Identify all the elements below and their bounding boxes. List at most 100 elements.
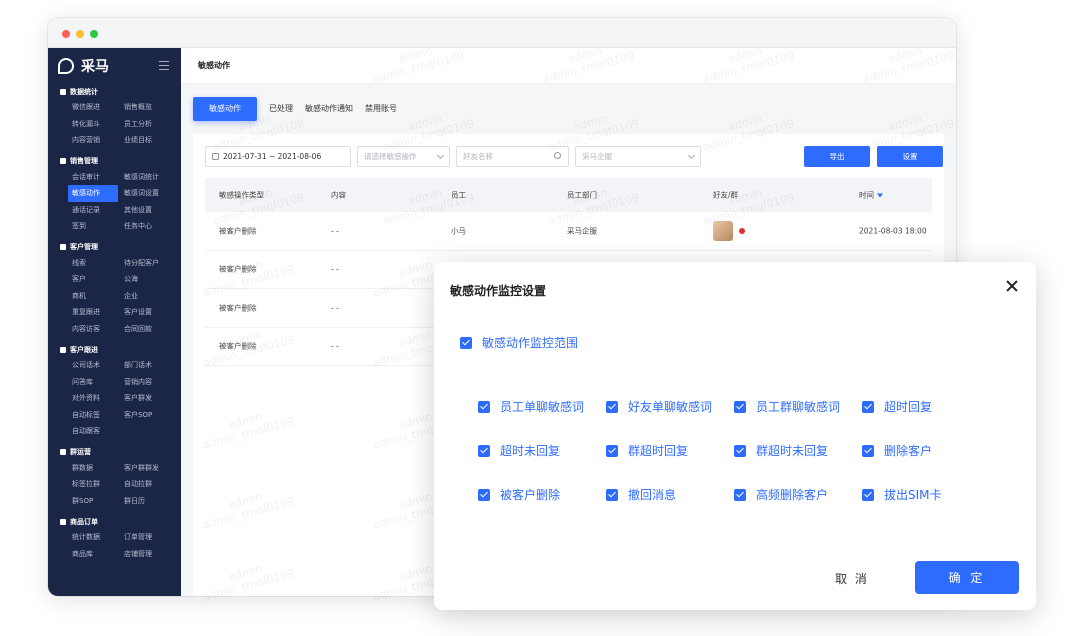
maximize-window-icon[interactable] (90, 30, 98, 38)
monitor-option-checkbox[interactable]: 被客户删除 (478, 486, 560, 503)
avatar[interactable] (713, 220, 733, 241)
cancel-button[interactable]: 取 消 (826, 562, 878, 594)
sidebar-item[interactable]: 群数据 (70, 460, 122, 477)
sidebar-section-title[interactable]: 客户跟进 (60, 342, 181, 357)
sidebar-item[interactable]: 营销内容 (122, 374, 174, 391)
sidebar-item[interactable]: 订单管理 (122, 529, 174, 546)
sidebar-item[interactable]: 商品库 (70, 546, 122, 563)
monitor-option-checkbox[interactable]: 员工单聊敏感词 (478, 398, 584, 415)
sidebar-item[interactable]: 转化漏斗 (70, 116, 122, 133)
sidebar-item[interactable]: 销售概览 (122, 99, 174, 116)
header-time[interactable]: 时间 (859, 190, 883, 201)
sort-icon[interactable] (877, 193, 883, 198)
sidebar-item[interactable]: 合同回款 (122, 321, 174, 338)
checkbox-checked-icon (606, 400, 618, 413)
sidebar-item[interactable]: 其他设置 (122, 202, 174, 219)
sidebar-section-title[interactable]: 客户管理 (60, 240, 181, 255)
tab-processed[interactable]: 已处理 (269, 97, 293, 121)
export-button[interactable]: 导出 (804, 146, 870, 167)
monitor-scope-checkbox[interactable]: 敏感动作监控范围 (460, 334, 578, 351)
minimize-window-icon[interactable] (76, 30, 84, 38)
sidebar-item[interactable]: 企业 (122, 288, 174, 305)
company-select[interactable]: 采马企服 (575, 146, 701, 167)
sidebar-item[interactable]: 问答库 (70, 374, 122, 391)
action-type-select[interactable]: 请选择敏感操作 (357, 146, 450, 167)
sidebar-item[interactable]: 敏感词设置 (122, 185, 174, 202)
chevron-down-icon (687, 151, 696, 160)
monitor-option-checkbox[interactable]: 超时未回复 (478, 442, 560, 459)
tab-sensitive-actions[interactable]: 敏感动作 (193, 97, 257, 121)
sidebar-item[interactable]: 业绩目标 (122, 132, 174, 149)
monitor-option-checkbox[interactable]: 好友单聊敏感词 (606, 398, 712, 415)
sidebar-item[interactable]: 部门话术 (122, 357, 174, 374)
sidebar-item[interactable]: 敏感动作 (68, 185, 118, 202)
monitor-option-label: 员工单聊敏感词 (500, 400, 585, 414)
friend-name-input[interactable]: 好友名称 (456, 146, 569, 167)
sidebar-item[interactable]: 线索 (70, 255, 122, 272)
sidebar-item[interactable]: 微信跟进 (70, 99, 122, 116)
monitor-option-checkbox[interactable]: 群超时未回复 (734, 442, 828, 459)
sidebar-section-title[interactable]: 商品订单 (60, 514, 181, 529)
monitor-option-label: 删除客户 (884, 444, 933, 458)
sidebar-item[interactable]: 客户SOP (122, 407, 174, 424)
sidebar-item[interactable]: 员工分析 (122, 116, 174, 133)
monitor-option-checkbox[interactable]: 删除客户 (862, 442, 932, 459)
close-window-icon[interactable] (62, 30, 70, 38)
search-icon (554, 152, 561, 159)
sidebar-item[interactable]: 客户设置 (122, 304, 174, 321)
sidebar-menu: 公司话术 部门话术 问答库 营销内容 对外资料 客户群发 自动标签 客户SOP 自动跟客 (60, 357, 181, 440)
tab-disabled-accounts[interactable]: 禁用账号 (365, 97, 397, 121)
sidebar-item[interactable]: 客户群群发 (122, 460, 174, 477)
table-row[interactable]: 被客户删除 - - 小马 采马企服 2021-08-03 18:00 (205, 212, 932, 251)
sidebar-item[interactable]: 敏感词统计 (122, 169, 174, 186)
sidebar-item[interactable]: 对外资料 (70, 390, 122, 407)
sidebar-item[interactable]: 标签拉群 (70, 476, 122, 493)
checkbox-checked-icon (734, 488, 746, 501)
action-type-placeholder: 请选择敏感操作 (364, 152, 417, 161)
sidebar-item[interactable]: 自动标签 (70, 407, 122, 424)
sidebar-item[interactable]: 内容营销 (70, 132, 122, 149)
monitor-option-checkbox[interactable]: 群超时回复 (606, 442, 688, 459)
sidebar-item[interactable]: 重复跟进 (70, 304, 122, 321)
sidebar-item[interactable]: 任务中心 (122, 218, 174, 235)
monitor-option-checkbox[interactable]: 高频删除客户 (734, 486, 828, 503)
monitor-option-checkbox[interactable]: 超时回复 (862, 398, 932, 415)
checkbox-checked-icon (862, 400, 874, 413)
confirm-button[interactable]: 确 定 (915, 561, 1019, 594)
monitor-option-label: 超时未回复 (500, 444, 561, 458)
sidebar-item[interactable]: 客户群发 (122, 390, 174, 407)
sidebar-item[interactable]: 自动拉群 (122, 476, 174, 493)
settings-button[interactable]: 设置 (877, 146, 943, 167)
sidebar-section-title[interactable]: 数据统计 (60, 84, 181, 99)
sidebar-item[interactable]: 公司话术 (70, 357, 122, 374)
monitor-option-checkbox[interactable]: 员工群聊敏感词 (734, 398, 840, 415)
sidebar-section-title[interactable]: 群运营 (60, 445, 181, 460)
section-icon (60, 449, 66, 455)
checkbox-checked-icon (460, 336, 472, 349)
sidebar-item[interactable]: 群SOP (70, 493, 122, 510)
header-content: 内容 (331, 190, 346, 200)
checkbox-checked-icon (862, 488, 874, 501)
date-range-picker[interactable]: 2021-07-31 ~ 2021-08-06 (205, 146, 351, 167)
sidebar-item[interactable]: 自动跟客 (70, 423, 122, 440)
close-icon[interactable] (1006, 280, 1018, 292)
sidebar-item[interactable]: 商机 (70, 288, 122, 305)
sidebar-item[interactable]: 通话记录 (70, 202, 122, 219)
monitor-option-checkbox[interactable]: 拔出SIM卡 (862, 486, 942, 503)
sidebar-item[interactable]: 签到 (70, 218, 122, 235)
sidebar-item[interactable]: 会话审计 (70, 169, 122, 186)
sidebar-item[interactable]: 公海 (122, 271, 174, 288)
sidebar-item[interactable]: 待分配客户 (122, 255, 174, 272)
tab-action-notifications[interactable]: 敏感动作通知 (305, 97, 353, 121)
sidebar-menu: 群数据 客户群群发 标签拉群 自动拉群 群SOP 群日历 (60, 460, 181, 510)
sidebar-item[interactable]: 客户 (70, 271, 122, 288)
sidebar-section-label: 销售管理 (70, 157, 98, 165)
sidebar-item[interactable]: 统计数据 (70, 529, 122, 546)
sidebar-section-title[interactable]: 销售管理 (60, 154, 181, 169)
sidebar-item[interactable]: 群日历 (122, 493, 174, 510)
monitor-option-checkbox[interactable]: 撤回消息 (606, 486, 676, 503)
menu-collapse-icon[interactable] (159, 61, 169, 70)
sidebar-item[interactable]: 内容访客 (70, 321, 122, 338)
sidebar-item[interactable]: 店铺管理 (122, 546, 174, 563)
monitor-option-label: 群超时未回复 (756, 444, 829, 458)
